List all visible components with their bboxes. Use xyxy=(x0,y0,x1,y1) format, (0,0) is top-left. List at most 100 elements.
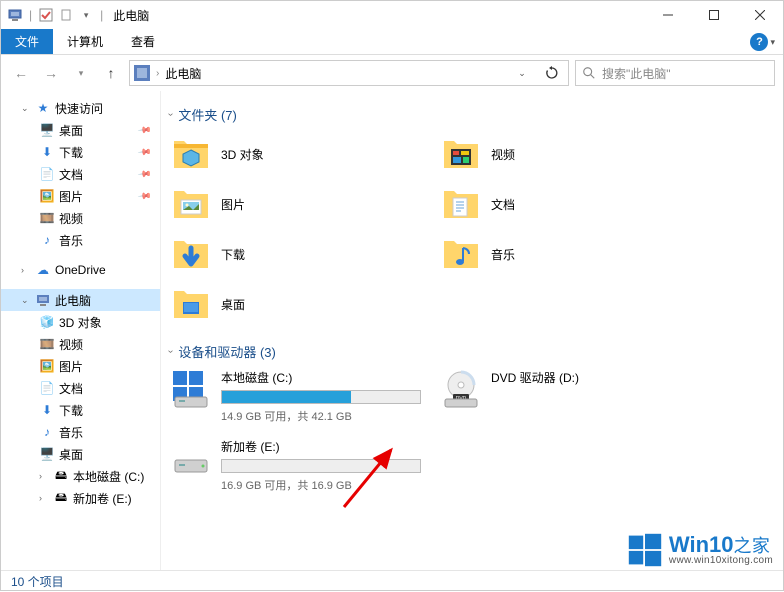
maximize-button[interactable] xyxy=(691,1,737,29)
group-drives-header[interactable]: › 设备和驱动器 (3) xyxy=(169,342,783,361)
titlebar: | ▾ | 此电脑 xyxy=(1,1,783,29)
watermark: Win10之家 www.win10xitong.com xyxy=(627,532,773,568)
address-bar[interactable]: › 此电脑 ⌄ xyxy=(129,60,569,86)
chevron-down-icon: ▾ xyxy=(770,37,775,48)
cube-icon: 🧊 xyxy=(39,314,55,330)
folder-documents[interactable]: 文档 xyxy=(439,180,699,228)
search-placeholder: 搜索"此电脑" xyxy=(602,65,671,82)
content-pane: › 文件夹 (7) 3D 对象 视频 图片 文档 下载 xyxy=(161,91,783,570)
main: ⌄ ★ 快速访问 🖥️桌面 ⬇下载 📄文档 🖼️图片 🎞️视频 ♪音乐 › ☁ … xyxy=(1,91,783,570)
qat: | ▾ | xyxy=(7,7,105,23)
chevron-down-icon: ⌄ xyxy=(21,103,31,114)
nav-forward-button[interactable]: → xyxy=(39,61,63,85)
window-controls xyxy=(645,1,783,29)
download-icon: ⬇ xyxy=(39,402,55,418)
nav-back-button[interactable]: ← xyxy=(9,61,33,85)
folder-pictures[interactable]: 图片 xyxy=(169,180,429,228)
folder-downloads[interactable]: 下载 xyxy=(169,230,429,278)
tree-onedrive[interactable]: › ☁ OneDrive xyxy=(1,259,160,281)
drive-icon xyxy=(171,438,211,478)
ribbon-tab-file[interactable]: 文件 xyxy=(1,29,53,54)
folder-desktop[interactable]: 桌面 xyxy=(169,280,429,328)
drive-icon: 🖴 xyxy=(53,468,69,484)
tree-qa-videos[interactable]: 🎞️视频 xyxy=(1,207,160,229)
minimize-button[interactable] xyxy=(645,1,691,29)
qat-separator: | xyxy=(100,8,103,22)
document-icon: 📄 xyxy=(39,380,55,396)
chevron-right-icon: › xyxy=(21,265,31,275)
picture-icon: 🖼️ xyxy=(39,188,55,204)
video-icon: 🎞️ xyxy=(39,336,55,352)
chevron-right-icon: › xyxy=(156,68,159,79)
ribbon-help[interactable]: ? ▾ xyxy=(750,29,775,55)
windows-logo-icon xyxy=(627,532,663,568)
folders-grid: 3D 对象 视频 图片 文档 下载 音乐 xyxy=(169,130,783,328)
tree-pc-videos[interactable]: 🎞️视频 xyxy=(1,333,160,355)
status-item-count: 10 个项目 xyxy=(11,573,64,590)
video-icon: 🎞️ xyxy=(39,210,55,226)
nav-recent-button[interactable]: ▾ xyxy=(69,61,93,85)
tree-qa-music[interactable]: ♪音乐 xyxy=(1,229,160,251)
drive-dvd[interactable]: DVD DVD 驱动器 (D:) xyxy=(439,367,699,426)
desktop-icon: 🖥️ xyxy=(39,446,55,462)
tree-quick-access[interactable]: ⌄ ★ 快速访问 xyxy=(1,97,160,119)
group-folders-header[interactable]: › 文件夹 (7) xyxy=(169,105,783,124)
folder-3d-objects[interactable]: 3D 对象 xyxy=(169,130,429,178)
status-bar: 10 个项目 xyxy=(1,570,783,592)
this-pc-icon xyxy=(7,7,23,23)
drive-c[interactable]: 本地磁盘 (C:) 14.9 GB 可用，共 42.1 GB xyxy=(169,367,429,426)
tree-qa-documents[interactable]: 📄文档 xyxy=(1,163,160,185)
tree-qa-desktop[interactable]: 🖥️桌面 xyxy=(1,119,160,141)
close-button[interactable] xyxy=(737,1,783,29)
chevron-right-icon: › xyxy=(39,471,49,481)
this-pc-icon xyxy=(35,292,51,308)
chevron-down-icon: › xyxy=(165,350,176,353)
ribbon-tab-computer[interactable]: 计算机 xyxy=(53,29,117,54)
folder-icon xyxy=(171,184,211,224)
folder-icon xyxy=(441,184,481,224)
folder-icon xyxy=(441,134,481,174)
nav-up-button[interactable]: ↑ xyxy=(99,61,123,85)
tree-pc-3d[interactable]: 🧊3D 对象 xyxy=(1,311,160,333)
tree-qa-pictures[interactable]: 🖼️图片 xyxy=(1,185,160,207)
this-pc-icon xyxy=(134,65,150,81)
ribbon-tab-view[interactable]: 查看 xyxy=(117,29,169,54)
ribbon: 文件 计算机 查看 ? ▾ xyxy=(1,29,783,55)
tree-pc-desktop[interactable]: 🖥️桌面 xyxy=(1,443,160,465)
qat-caret-icon[interactable]: ▾ xyxy=(78,7,94,23)
doc-icon[interactable] xyxy=(58,7,74,23)
folder-music[interactable]: 音乐 xyxy=(439,230,699,278)
star-icon: ★ xyxy=(35,100,51,116)
address-path: 此电脑 xyxy=(165,65,201,82)
download-icon: ⬇ xyxy=(39,144,55,160)
tree-this-pc[interactable]: ⌄ 此电脑 xyxy=(1,289,160,311)
folder-videos[interactable]: 视频 xyxy=(439,130,699,178)
tree-pc-drive-c[interactable]: ›🖴本地磁盘 (C:) xyxy=(1,465,160,487)
qat-separator: | xyxy=(29,8,32,22)
picture-icon: 🖼️ xyxy=(39,358,55,374)
drive-icon: 🖴 xyxy=(53,490,69,506)
window-title: 此电脑 xyxy=(113,7,149,24)
tree-pc-downloads[interactable]: ⬇下载 xyxy=(1,399,160,421)
refresh-button[interactable] xyxy=(540,61,564,85)
desktop-icon: 🖥️ xyxy=(39,122,55,138)
cloud-icon: ☁ xyxy=(35,262,51,278)
address-dropdown-button[interactable]: ⌄ xyxy=(510,61,534,85)
checkbox-icon[interactable] xyxy=(38,7,54,23)
folder-icon xyxy=(171,284,211,324)
chevron-down-icon: ⌄ xyxy=(21,295,31,306)
drive-usage-bar xyxy=(221,459,421,473)
tree-pc-pictures[interactable]: 🖼️图片 xyxy=(1,355,160,377)
tree-pc-documents[interactable]: 📄文档 xyxy=(1,377,160,399)
tree-pc-drive-e[interactable]: ›🖴新加卷 (E:) xyxy=(1,487,160,509)
search-input[interactable]: 搜索"此电脑" xyxy=(575,60,775,86)
drive-usage-bar xyxy=(221,390,421,404)
chevron-down-icon: › xyxy=(165,113,176,116)
music-icon: ♪ xyxy=(39,232,55,248)
dvd-icon: DVD xyxy=(441,369,481,409)
drive-e[interactable]: 新加卷 (E:) 16.9 GB 可用，共 16.9 GB xyxy=(169,436,429,495)
music-icon: ♪ xyxy=(39,424,55,440)
tree-pc-music[interactable]: ♪音乐 xyxy=(1,421,160,443)
tree-qa-downloads[interactable]: ⬇下载 xyxy=(1,141,160,163)
document-icon: 📄 xyxy=(39,166,55,182)
